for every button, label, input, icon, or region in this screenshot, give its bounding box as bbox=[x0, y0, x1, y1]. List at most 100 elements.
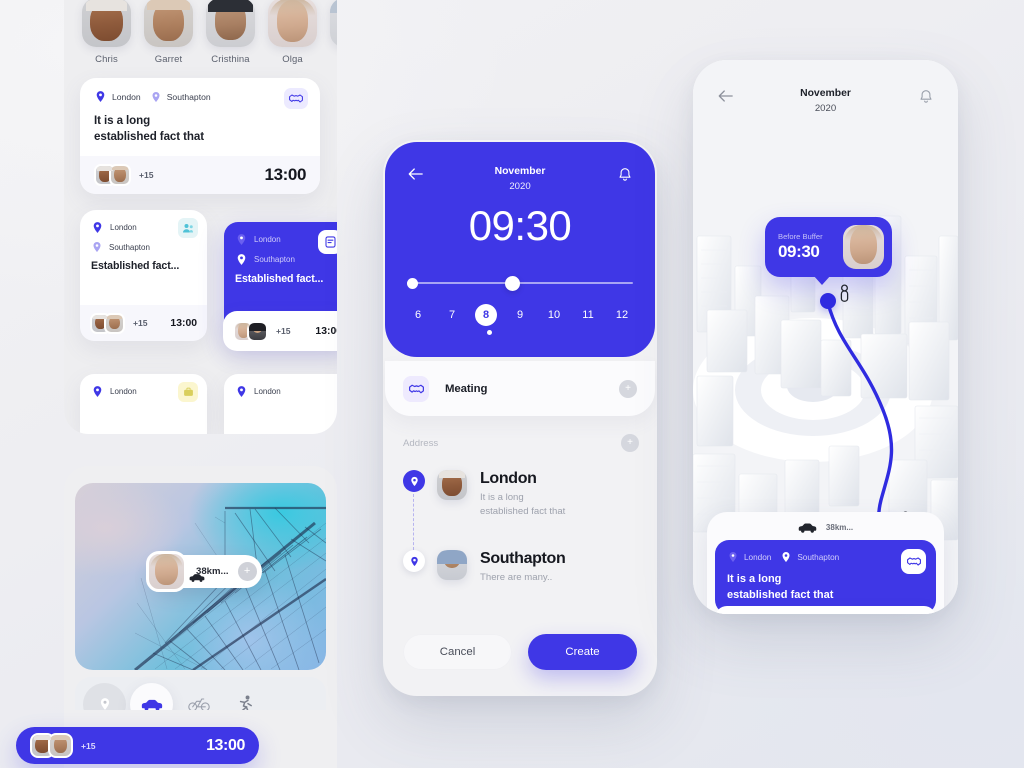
arrow-left-icon[interactable] bbox=[405, 164, 425, 184]
slider-track bbox=[407, 282, 633, 284]
day-9[interactable]: 9 bbox=[509, 304, 531, 326]
map-pin-icon bbox=[403, 470, 425, 492]
address-stop-southapton[interactable]: Southapton There are many.. bbox=[403, 550, 641, 585]
meeting-label: Meating bbox=[445, 382, 488, 395]
notes-icon[interactable] bbox=[318, 230, 337, 254]
attendee-stack[interactable] bbox=[30, 733, 73, 758]
attendee-stack[interactable] bbox=[94, 164, 131, 186]
tooltip-text: Before Buffer 09:30 bbox=[778, 232, 823, 262]
attendee-count: +15 bbox=[276, 326, 291, 336]
add-address-button[interactable]: + bbox=[621, 434, 639, 452]
destination-chip: Southapton bbox=[780, 551, 839, 563]
handshake-icon[interactable] bbox=[284, 88, 308, 109]
event-card-small-1[interactable]: London Southapton Established fact... +1… bbox=[80, 210, 207, 341]
add-meeting-button[interactable]: + bbox=[619, 379, 637, 398]
event-card-peek-1[interactable]: London bbox=[80, 374, 207, 434]
event-title: It is a long established fact that bbox=[727, 573, 834, 601]
destination-label: Southapton bbox=[254, 255, 295, 264]
briefcase-icon[interactable] bbox=[178, 382, 198, 402]
destination-chip: Southapton bbox=[235, 253, 337, 266]
event-time: 13:00 bbox=[315, 325, 337, 337]
event-card-peek-2[interactable]: London bbox=[224, 374, 337, 434]
slider-handle[interactable] bbox=[505, 276, 520, 291]
address-stop-london[interactable]: London It is a long established fact tha… bbox=[403, 470, 641, 518]
contact-cristhina[interactable]: Cristhina bbox=[206, 0, 255, 65]
contact-olga[interactable]: Olga bbox=[268, 0, 317, 65]
avatar bbox=[109, 164, 131, 186]
tooltip-tail bbox=[813, 275, 831, 285]
year-label: 2020 bbox=[509, 180, 531, 192]
avatar bbox=[82, 0, 131, 47]
event-card-wide[interactable]: London Southapton It is a long establish… bbox=[80, 78, 320, 194]
route-start-dot[interactable] bbox=[820, 293, 836, 309]
attendee-stack[interactable] bbox=[233, 320, 268, 342]
day-12[interactable]: 12 bbox=[611, 304, 633, 326]
meeting-row[interactable]: Meating + bbox=[385, 361, 655, 416]
event-title: It is a long established fact that bbox=[94, 114, 204, 143]
header-bar: November 2020 bbox=[693, 60, 958, 116]
origin-label: London bbox=[110, 387, 137, 396]
time-slider[interactable] bbox=[407, 276, 633, 291]
month-label: November bbox=[800, 88, 851, 99]
create-event-screen: November 2020 09:30 6 7 8 9 10 11 12 Mea… bbox=[383, 140, 657, 696]
map-pin-icon bbox=[91, 385, 104, 398]
map-photo: 38km... + bbox=[75, 483, 326, 670]
destination-chip: Southapton bbox=[150, 91, 211, 103]
event-title: Established fact... bbox=[235, 273, 324, 285]
day-strip: 6 7 8 9 10 11 12 bbox=[385, 290, 655, 326]
avatar bbox=[268, 0, 317, 47]
day-10[interactable]: 10 bbox=[543, 304, 565, 326]
map-pin-icon bbox=[727, 551, 739, 563]
buffer-tooltip[interactable]: Before Buffer 09:30 bbox=[765, 217, 892, 285]
stop-city: London bbox=[480, 470, 537, 487]
origin-label: London bbox=[254, 387, 281, 396]
day-8-selected[interactable]: 8 bbox=[475, 304, 497, 326]
map-pin-icon bbox=[150, 91, 162, 103]
avatar bbox=[437, 550, 467, 581]
destination-label: Southapton bbox=[109, 242, 150, 252]
address-label: Address bbox=[403, 437, 439, 449]
distance-pill[interactable]: 38km... + bbox=[146, 551, 262, 592]
attendee-stack[interactable] bbox=[727, 613, 768, 614]
attendee-count: +15 bbox=[81, 740, 96, 751]
address-header: Address + bbox=[403, 434, 639, 452]
card-body: London bbox=[80, 374, 207, 402]
origin-label: London bbox=[112, 91, 141, 102]
create-button[interactable]: Create bbox=[528, 634, 637, 670]
avatar bbox=[104, 312, 125, 334]
contact-garret[interactable]: Garret bbox=[144, 0, 193, 65]
time-display: 09:30 bbox=[468, 202, 572, 249]
card-footer: +15 13:00 bbox=[223, 311, 337, 351]
stop-text: London It is a long established fact tha… bbox=[480, 470, 565, 518]
selected-day-indicator bbox=[487, 330, 492, 335]
summary-time: 13:00 bbox=[206, 736, 245, 754]
card-body: London Southapton Established fact... bbox=[80, 210, 207, 272]
handshake-icon[interactable] bbox=[901, 549, 926, 574]
bell-icon[interactable] bbox=[615, 164, 635, 184]
arrow-left-icon[interactable] bbox=[715, 86, 735, 106]
event-card-footer: +15 13:00 bbox=[80, 156, 320, 194]
tooltip-label: Before Buffer bbox=[778, 232, 823, 241]
contact-chris[interactable]: Chris bbox=[82, 0, 131, 65]
contact-mark[interactable]: Ma bbox=[330, 0, 337, 65]
map-pin-icon bbox=[780, 551, 792, 563]
avatar bbox=[843, 225, 884, 269]
summary-bar[interactable]: +15 13:00 bbox=[16, 727, 259, 764]
day-6[interactable]: 6 bbox=[407, 304, 429, 326]
cancel-button[interactable]: Cancel bbox=[403, 634, 512, 670]
people-icon[interactable] bbox=[178, 218, 198, 238]
map-pin-icon bbox=[235, 233, 248, 246]
attendee-stack[interactable] bbox=[90, 312, 125, 334]
bell-icon[interactable] bbox=[916, 86, 936, 106]
avatar bbox=[206, 0, 255, 47]
event-list-panel: Chris Garret Cristhina Olga Ma bbox=[64, 0, 337, 434]
avatar bbox=[146, 551, 187, 592]
day-11[interactable]: 11 bbox=[577, 304, 599, 326]
slider-start-handle[interactable] bbox=[407, 278, 418, 289]
avatar bbox=[144, 0, 193, 47]
add-button[interactable]: + bbox=[237, 562, 257, 581]
origin-label: London bbox=[254, 235, 281, 244]
day-7[interactable]: 7 bbox=[441, 304, 463, 326]
event-card-small-2-selected[interactable]: London Southapton Established fact... +1… bbox=[223, 222, 337, 351]
route-event-card[interactable]: 38km... London Southapton It is a long e… bbox=[707, 512, 944, 614]
